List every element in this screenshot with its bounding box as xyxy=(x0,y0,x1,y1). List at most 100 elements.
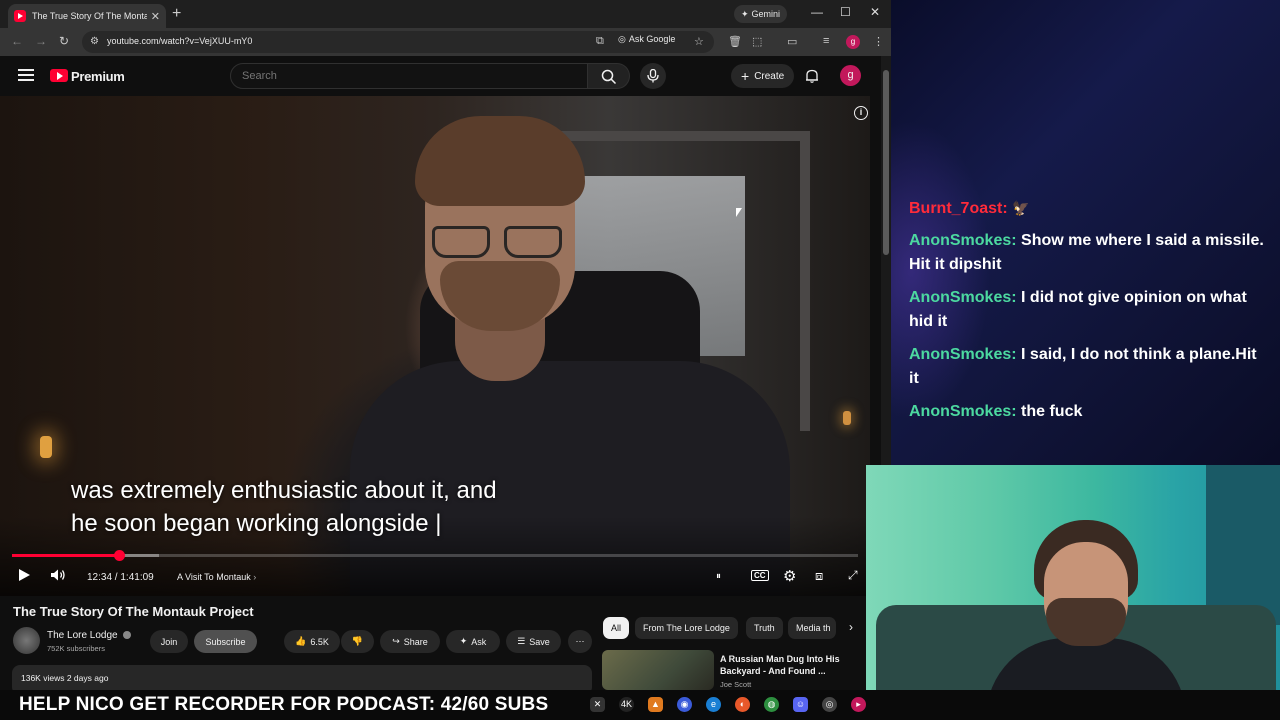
chip-media[interactable]: Media th xyxy=(788,617,836,639)
progress-scrubber[interactable] xyxy=(113,550,125,561)
taskbar-edge-icon[interactable]: e xyxy=(706,697,721,712)
channel-name[interactable]: The Lore Lodge xyxy=(47,630,118,641)
channel-name-row[interactable]: The Lore Lodge xyxy=(47,630,132,641)
save-button[interactable]: ☰ Save xyxy=(506,630,561,653)
autoplay-toggle-icon[interactable]: ⏸ xyxy=(716,571,721,582)
chip-truth[interactable]: Truth xyxy=(746,617,783,639)
search-input[interactable] xyxy=(231,64,587,88)
subscribe-button[interactable]: Subscribe xyxy=(194,630,257,653)
recommended-thumbnail[interactable] xyxy=(602,650,714,690)
chat-author: AnonSmokes: xyxy=(909,403,1017,420)
forward-arrow-icon[interactable]: → xyxy=(35,34,47,48)
chips-next-chevron-icon[interactable]: › xyxy=(849,620,853,634)
taskbar-app2-icon[interactable]: ◉ xyxy=(677,697,692,712)
reload-icon[interactable]: ↻ xyxy=(59,34,69,48)
notifications-bell-icon[interactable] xyxy=(804,68,820,84)
taskbar-firefox-icon[interactable]: ◐ xyxy=(735,697,750,712)
youtube-favicon-icon xyxy=(14,10,26,22)
share-icon: ↪ xyxy=(392,636,400,646)
miniplayer-icon[interactable]: ⧈ xyxy=(815,568,823,584)
join-button[interactable]: Join xyxy=(150,630,188,653)
voice-search-button[interactable] xyxy=(640,63,666,89)
sparkle-icon: ✦ xyxy=(741,8,749,19)
site-info-icon[interactable]: ⚙ xyxy=(90,36,99,47)
create-button[interactable]: + Create xyxy=(731,64,795,88)
ask-label: Ask xyxy=(471,636,487,647)
taskbar-discord-icon[interactable]: ☺ xyxy=(793,697,808,712)
lens-icon: ◎ xyxy=(618,33,626,44)
tab-strip: The True Story Of The Montauk ✕ + ✦ Gemi… xyxy=(0,0,891,28)
recommended-title[interactable]: A Russian Man Dug Into His Backyard - An… xyxy=(720,653,850,677)
subscribe-label: Subscribe xyxy=(205,636,246,647)
maximize-button[interactable]: ☐ xyxy=(840,5,851,19)
search-button[interactable] xyxy=(588,63,630,89)
page-scrollbar-thumb[interactable] xyxy=(883,70,889,255)
media-control-icon[interactable]: ≡ xyxy=(823,35,829,47)
volume-icon[interactable] xyxy=(50,568,66,582)
progress-bar[interactable] xyxy=(12,550,858,561)
ask-button[interactable]: ✦ Ask xyxy=(446,630,500,653)
browser-profile-avatar[interactable]: g xyxy=(846,35,860,49)
tab-close-icon[interactable]: ✕ xyxy=(151,10,160,23)
video-player[interactable]: i was extremely enthusiastic about it, a… xyxy=(0,96,870,596)
more-actions-button[interactable]: ⋯ xyxy=(568,630,592,653)
recommended-channel[interactable]: Joe Scott xyxy=(720,680,751,689)
taskbar-obs-icon[interactable]: ◎ xyxy=(822,697,837,712)
back-arrow-icon[interactable]: ← xyxy=(11,34,23,48)
chevron-right-icon: › xyxy=(253,572,257,582)
chat-author: AnonSmokes: xyxy=(909,289,1017,306)
trash-icon[interactable]: 🗑 xyxy=(728,35,742,48)
video-title: The True Story Of The Montauk Project xyxy=(13,604,254,619)
search-box[interactable] xyxy=(230,63,588,89)
plus-icon: + xyxy=(741,68,750,84)
side-panel-icon[interactable]: ▭ xyxy=(787,35,797,48)
chip-from-channel[interactable]: From The Lore Lodge xyxy=(635,617,738,639)
gemini-button[interactable]: ✦ Gemini xyxy=(734,5,788,23)
chapter-button[interactable]: A Visit To Montauk › xyxy=(177,572,256,582)
sparkle-ask-icon: ✦ xyxy=(459,636,468,646)
youtube-header: Premium + Create g xyxy=(0,56,891,96)
close-window-button[interactable]: ✕ xyxy=(870,5,880,19)
share-button[interactable]: ↪ Share xyxy=(380,630,440,653)
settings-gear-icon[interactable]: ⚙ xyxy=(783,567,796,585)
chip-all[interactable]: All xyxy=(603,617,630,639)
chip-label: All xyxy=(611,623,622,633)
taskbar-vlc-icon[interactable]: ▲ xyxy=(648,697,663,712)
like-button[interactable]: 👍 6.5K xyxy=(284,630,340,653)
taskbar-app3-icon[interactable]: ▸ xyxy=(851,697,866,712)
youtube-brand[interactable]: Premium xyxy=(71,69,125,84)
address-row: ← → ↻ ⚙ youtube.com/watch?v=VejXUU-mY0 ⧉… xyxy=(0,28,891,56)
youtube-logo-icon[interactable] xyxy=(50,69,68,82)
play-icon[interactable] xyxy=(17,568,31,582)
taskbar-chrome-icon[interactable]: ◍ xyxy=(764,697,779,712)
install-app-icon[interactable]: ⧉ xyxy=(596,35,604,48)
tab-youtube[interactable]: The True Story Of The Montauk ✕ xyxy=(8,4,166,28)
chapter-label: A Visit To Montauk xyxy=(177,572,251,582)
browser-menu-icon[interactable]: ⋮ xyxy=(873,35,884,48)
tab-title: The True Story Of The Montauk xyxy=(32,11,147,21)
captions: was extremely enthusiastic about it, and… xyxy=(71,474,497,540)
dislike-button[interactable]: 👎 xyxy=(341,630,374,653)
emote-icon: 🦅 xyxy=(1012,200,1030,216)
captions-cc-icon[interactable]: CC xyxy=(751,570,769,581)
ask-google-button[interactable]: ◎ Ask Google xyxy=(618,32,675,46)
caption-line-1: was extremely enthusiastic about it, and xyxy=(71,477,497,504)
chip-label: Truth xyxy=(754,623,775,633)
info-icon[interactable]: i xyxy=(854,106,868,120)
lamp-small xyxy=(843,411,851,425)
bookmark-star-icon[interactable]: ☆ xyxy=(694,35,704,48)
menu-icon[interactable] xyxy=(18,69,34,81)
thumbs-down-icon: 👎 xyxy=(351,636,364,646)
user-avatar[interactable]: g xyxy=(840,65,861,86)
extensions-icon[interactable]: ⬚ xyxy=(752,35,762,48)
save-label: Save xyxy=(529,636,550,647)
minimize-button[interactable]: — xyxy=(811,5,823,19)
taskbar-app-icon[interactable]: ✕ xyxy=(590,697,605,712)
chat-author: AnonSmokes: xyxy=(909,346,1017,363)
chat-message: AnonSmokes: I did not give opinion on wh… xyxy=(909,286,1269,334)
taskbar-4k-icon[interactable]: 4K xyxy=(619,697,634,712)
channel-avatar[interactable] xyxy=(13,627,40,654)
fullscreen-icon[interactable]: ⤢ xyxy=(848,568,858,583)
views-and-date: 136K views 2 days ago xyxy=(21,673,109,683)
new-tab-button[interactable]: + xyxy=(172,5,181,23)
